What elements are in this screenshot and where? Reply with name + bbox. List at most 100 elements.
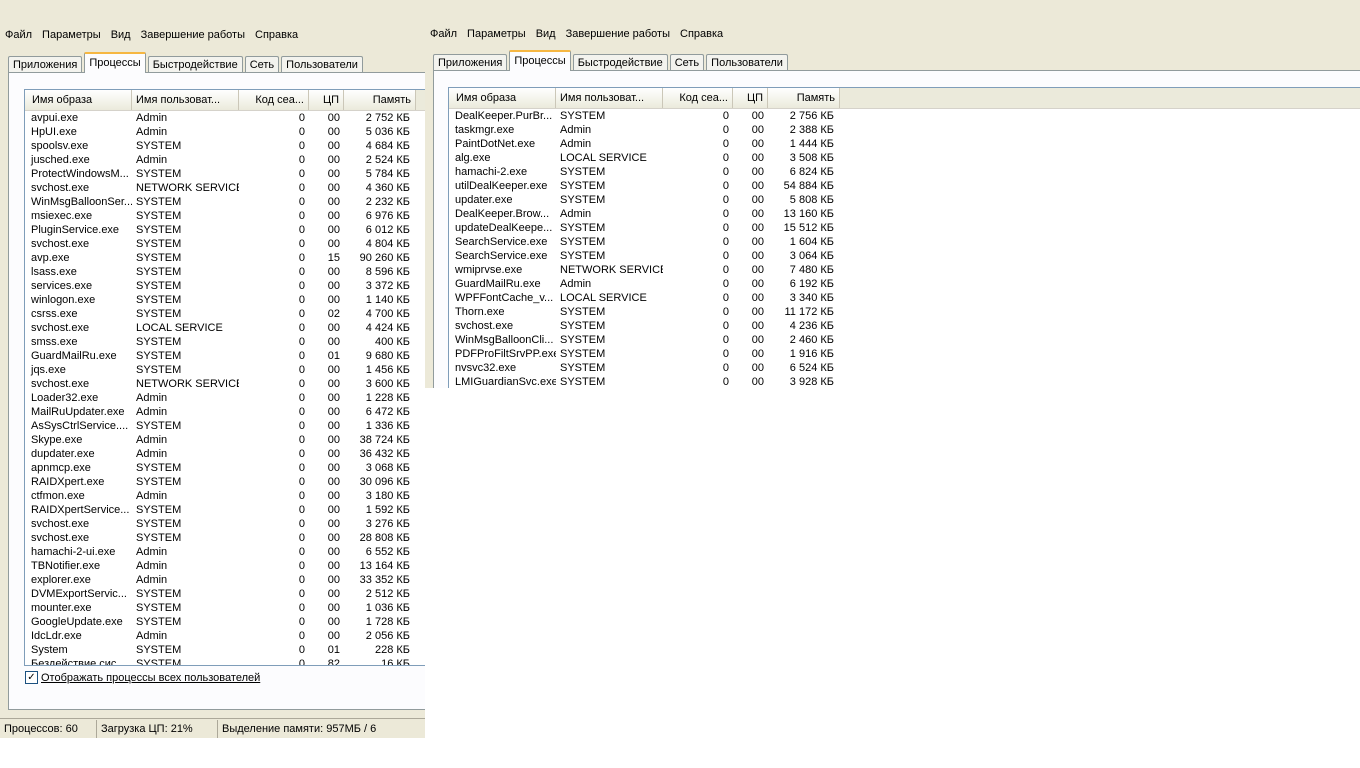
table-row[interactable]: MailRuUpdater.exe Admin 0 00 6 472 КБ — [25, 405, 425, 419]
table-row[interactable]: PDFProFiltSrvPP.exe SYSTEM 0 00 1 916 КБ — [449, 347, 1360, 361]
process-memory: 13 164 КБ — [359, 560, 410, 572]
table-row[interactable]: explorer.exe Admin 0 00 33 352 КБ — [25, 573, 425, 587]
table-row[interactable]: Thorn.exe SYSTEM 0 00 11 172 КБ — [449, 305, 1360, 319]
column-memory[interactable]: Память — [344, 90, 416, 110]
table-row[interactable]: svchost.exe NETWORK SERVICE 0 00 4 360 КБ — [25, 181, 425, 195]
column-image-name[interactable]: Имя образа — [25, 90, 132, 110]
table-row[interactable]: SearchService.exe SYSTEM 0 00 3 064 КБ — [449, 249, 1360, 263]
table-row[interactable]: nvsvc32.exe SYSTEM 0 00 6 524 КБ — [449, 361, 1360, 375]
column-session-id[interactable]: Код сеа... — [239, 90, 309, 110]
table-row[interactable]: winlogon.exe SYSTEM 0 00 1 140 КБ — [25, 293, 425, 307]
table-row[interactable]: msiexec.exe SYSTEM 0 00 6 976 КБ — [25, 209, 425, 223]
table-row[interactable]: Skype.exe Admin 0 00 38 724 КБ — [25, 433, 425, 447]
process-list[interactable]: Имя образа Имя пользоват... Код сеа... Ц… — [448, 87, 1360, 388]
table-row[interactable]: updater.exe SYSTEM 0 00 5 808 КБ — [449, 193, 1360, 207]
table-row[interactable]: DVMExportServic... SYSTEM 0 00 2 512 КБ — [25, 587, 425, 601]
table-row[interactable]: dupdater.exe Admin 0 00 36 432 КБ — [25, 447, 425, 461]
show-all-label[interactable]: Отображать процессы всех пользователей — [41, 672, 260, 684]
table-row[interactable]: svchost.exe SYSTEM 0 00 4 804 КБ — [25, 237, 425, 251]
table-row[interactable]: mounter.exe SYSTEM 0 00 1 036 КБ — [25, 601, 425, 615]
menu-file[interactable]: Файл — [425, 26, 462, 43]
process-cpu: 00 — [751, 208, 764, 220]
table-row[interactable]: alg.exe LOCAL SERVICE 0 00 3 508 КБ — [449, 151, 1360, 165]
process-list[interactable]: Имя образа Имя пользоват... Код сеа... Ц… — [24, 89, 425, 666]
table-row[interactable]: svchost.exe LOCAL SERVICE 0 00 4 424 КБ — [25, 321, 425, 335]
table-row[interactable]: apnmcp.exe SYSTEM 0 00 3 068 КБ — [25, 461, 425, 475]
table-row[interactable]: GoogleUpdate.exe SYSTEM 0 00 1 728 КБ — [25, 615, 425, 629]
table-row[interactable]: ProtectWindowsM... SYSTEM 0 00 5 784 КБ — [25, 167, 425, 181]
table-row[interactable]: GuardMailRu.exe Admin 0 00 6 192 КБ — [449, 277, 1360, 291]
menu-help[interactable]: Справка — [675, 26, 728, 43]
menu-shutdown[interactable]: Завершение работы — [136, 27, 250, 44]
tab-processes[interactable]: Процессы — [84, 52, 146, 73]
tab-applications[interactable]: Приложения — [8, 56, 83, 73]
process-memory: 2 460 КБ — [789, 334, 834, 346]
table-row[interactable]: smss.exe SYSTEM 0 00 400 КБ — [25, 335, 425, 349]
tab-network[interactable]: Сеть — [669, 54, 705, 71]
table-row[interactable]: csrss.exe SYSTEM 0 02 4 700 КБ — [25, 307, 425, 321]
table-row[interactable]: SearchService.exe SYSTEM 0 00 1 604 КБ — [449, 235, 1360, 249]
menu-options[interactable]: Параметры — [37, 27, 106, 44]
table-row[interactable]: hamachi-2.exe SYSTEM 0 00 6 824 КБ — [449, 165, 1360, 179]
tab-users[interactable]: Пользователи — [281, 56, 363, 73]
menu-file[interactable]: Файл — [0, 27, 37, 44]
table-row[interactable]: RAIDXpertService... SYSTEM 0 00 1 592 КБ — [25, 503, 425, 517]
table-row[interactable]: svchost.exe SYSTEM 0 00 3 276 КБ — [25, 517, 425, 531]
table-row[interactable]: WinMsgBalloonCli... SYSTEM 0 00 2 460 КБ — [449, 333, 1360, 347]
show-all-checkbox[interactable]: ✓ — [25, 671, 38, 684]
table-row[interactable]: avp.exe SYSTEM 0 15 90 260 КБ — [25, 251, 425, 265]
column-image-name[interactable]: Имя образа — [449, 88, 556, 108]
table-row[interactable]: jusched.exe Admin 0 00 2 524 КБ — [25, 153, 425, 167]
menu-shutdown[interactable]: Завершение работы — [561, 26, 675, 43]
table-row[interactable]: IdcLdr.exe Admin 0 00 2 056 КБ — [25, 629, 425, 643]
table-row[interactable]: wmiprvse.exe NETWORK SERVICE 0 00 7 480 КБ — [449, 263, 1360, 277]
show-all-processes[interactable]: ✓ Отображать процессы всех пользователей — [25, 671, 260, 684]
table-row[interactable]: DealKeeper.Brow... Admin 0 00 13 160 КБ — [449, 207, 1360, 221]
column-cpu[interactable]: ЦП — [733, 88, 768, 108]
table-row[interactable]: PluginService.exe SYSTEM 0 00 6 012 КБ — [25, 223, 425, 237]
table-row[interactable]: TBNotifier.exe Admin 0 00 13 164 КБ — [25, 559, 425, 573]
table-row[interactable]: avpui.exe Admin 0 00 2 752 КБ — [25, 111, 425, 125]
table-row[interactable]: utilDealKeeper.exe SYSTEM 0 00 54 884 КБ — [449, 179, 1360, 193]
tab-processes[interactable]: Процессы — [509, 50, 571, 71]
table-row[interactable]: GuardMailRu.exe SYSTEM 0 01 9 680 КБ — [25, 349, 425, 363]
column-memory[interactable]: Память — [768, 88, 840, 108]
process-memory: 54 884 КБ — [783, 180, 834, 192]
table-row[interactable]: taskmgr.exe Admin 0 00 2 388 КБ — [449, 123, 1360, 137]
table-row[interactable]: ctfmon.exe Admin 0 00 3 180 КБ — [25, 489, 425, 503]
table-row[interactable]: System SYSTEM 0 01 228 КБ — [25, 643, 425, 657]
column-cpu[interactable]: ЦП — [309, 90, 344, 110]
column-session-id[interactable]: Код сеа... — [663, 88, 733, 108]
menu-view[interactable]: Вид — [531, 26, 561, 43]
table-row[interactable]: Loader32.exe Admin 0 00 1 228 КБ — [25, 391, 425, 405]
table-row[interactable]: spoolsv.exe SYSTEM 0 00 4 684 КБ — [25, 139, 425, 153]
column-user-name[interactable]: Имя пользоват... — [132, 90, 239, 110]
table-row[interactable]: lsass.exe SYSTEM 0 00 8 596 КБ — [25, 265, 425, 279]
table-row[interactable]: updateDealKeepe... SYSTEM 0 00 15 512 КБ — [449, 221, 1360, 235]
table-row[interactable]: svchost.exe NETWORK SERVICE 0 00 3 600 КБ — [25, 377, 425, 391]
table-row[interactable]: HpUI.exe Admin 0 00 5 036 КБ — [25, 125, 425, 139]
tab-applications[interactable]: Приложения — [433, 54, 508, 71]
table-row[interactable]: services.exe SYSTEM 0 00 3 372 КБ — [25, 279, 425, 293]
table-row[interactable]: PaintDotNet.exe Admin 0 00 1 444 КБ — [449, 137, 1360, 151]
table-row[interactable]: svchost.exe SYSTEM 0 00 4 236 КБ — [449, 319, 1360, 333]
tab-performance[interactable]: Быстродействие — [572, 54, 668, 71]
menu-options[interactable]: Параметры — [462, 26, 531, 43]
table-row[interactable]: WPFFontCache_v... LOCAL SERVICE 0 00 3 340 К… — [449, 291, 1360, 305]
table-row[interactable]: DealKeeper.PurBr... SYSTEM 0 00 2 756 КБ — [449, 109, 1360, 123]
table-row[interactable]: Бездействие сис... SYSTEM 0 82 16 КБ — [25, 657, 425, 665]
tab-network[interactable]: Сеть — [244, 56, 280, 73]
menu-view[interactable]: Вид — [106, 27, 136, 44]
table-row[interactable]: LMIGuardianSvc.exe SYSTEM 0 00 3 928 КБ — [449, 375, 1360, 388]
table-row[interactable]: WinMsgBalloonSer... SYSTEM 0 00 2 232 КБ — [25, 195, 425, 209]
table-row[interactable]: AsSysCtrlService.... SYSTEM 0 00 1 336 КБ — [25, 419, 425, 433]
table-row[interactable]: hamachi-2-ui.exe Admin 0 00 6 552 КБ — [25, 545, 425, 559]
tab-users[interactable]: Пользователи — [706, 54, 788, 71]
tab-performance[interactable]: Быстродействие — [147, 56, 243, 73]
table-row[interactable]: RAIDXpert.exe SYSTEM 0 00 30 096 КБ — [25, 475, 425, 489]
process-session-id: 0 — [298, 308, 305, 320]
menu-help[interactable]: Справка — [250, 27, 303, 44]
table-row[interactable]: jqs.exe SYSTEM 0 00 1 456 КБ — [25, 363, 425, 377]
table-row[interactable]: svchost.exe SYSTEM 0 00 28 808 КБ — [25, 531, 425, 545]
column-user-name[interactable]: Имя пользоват... — [556, 88, 663, 108]
